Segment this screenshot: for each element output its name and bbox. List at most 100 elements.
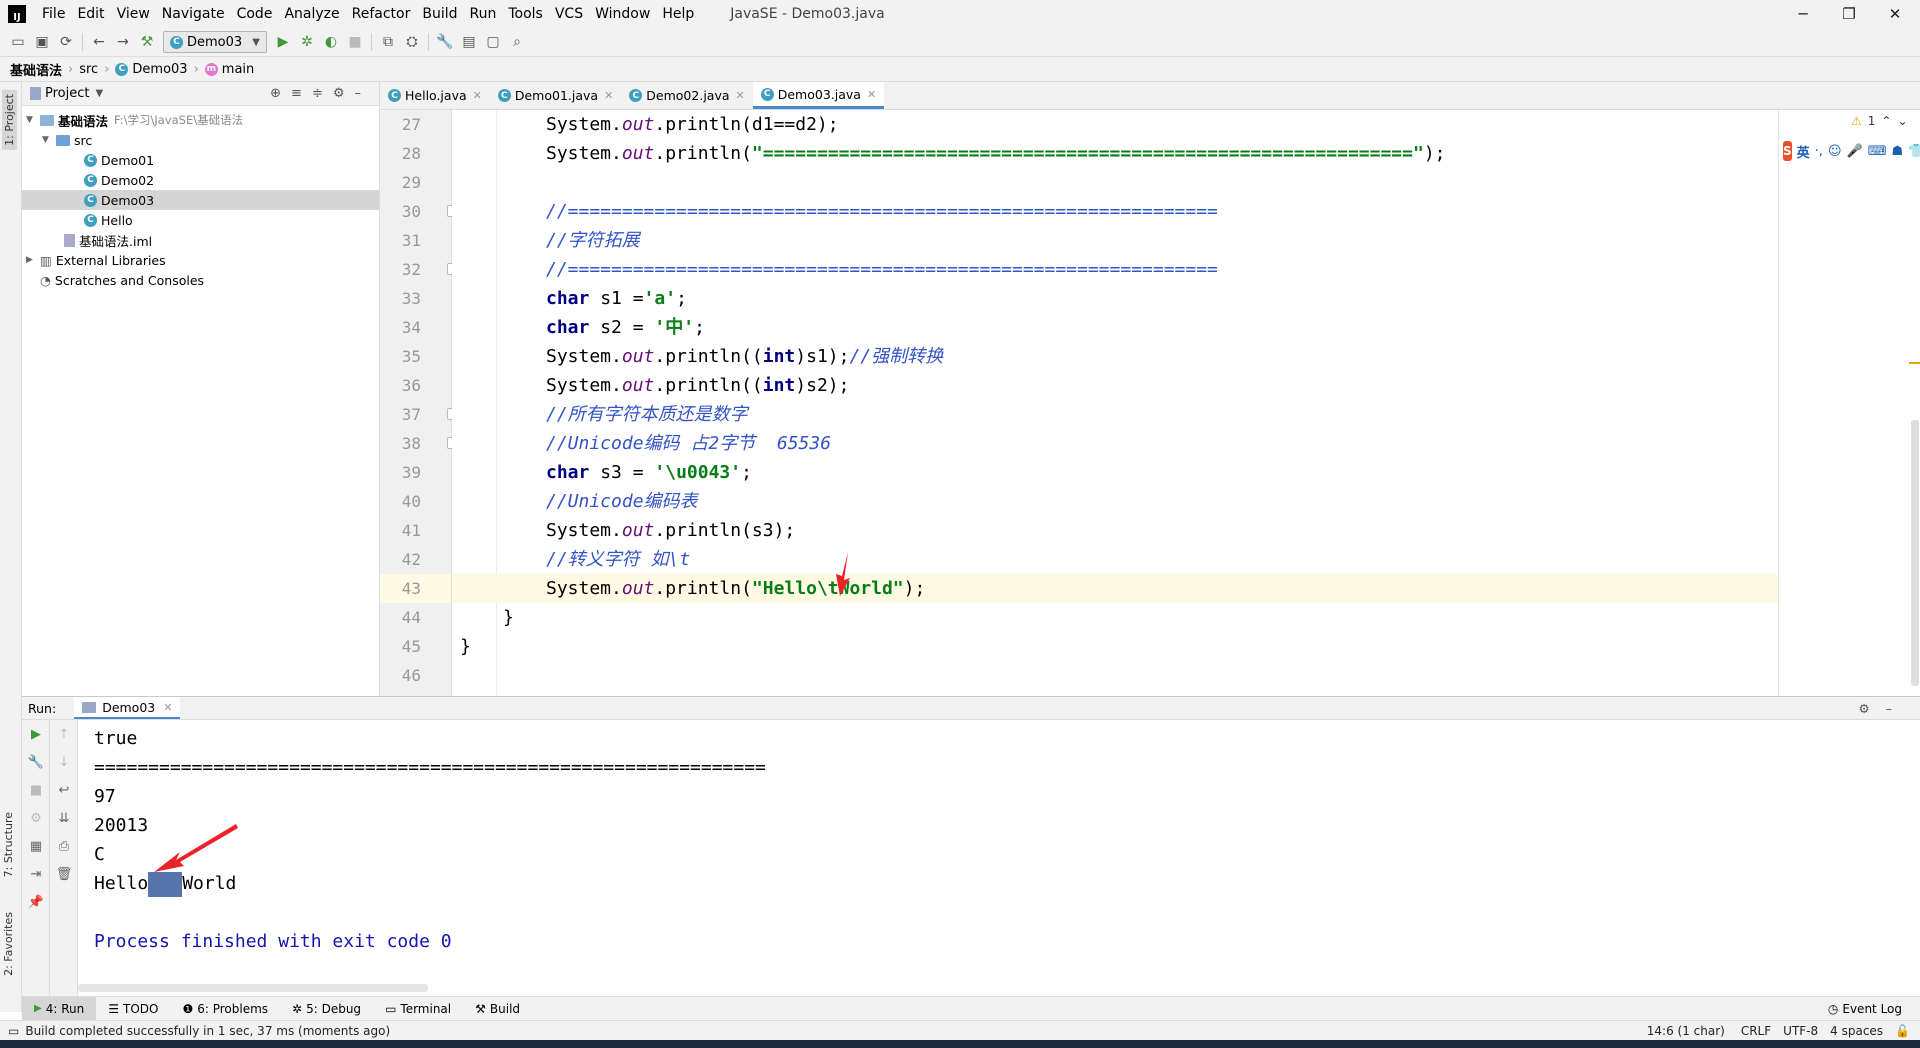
layout-icon[interactable]: ▦ — [22, 832, 50, 860]
menu-file[interactable]: File — [36, 6, 71, 22]
tree-item-demo03[interactable]: C Demo03 — [22, 190, 379, 210]
line-number[interactable]: 30 — [380, 197, 459, 226]
tab-demo03-java[interactable]: C Demo03.java ✕ — [752, 82, 885, 109]
close-tab-icon[interactable]: ✕ — [473, 89, 482, 102]
hide-panel-icon[interactable]: – — [355, 86, 372, 101]
arrow-up-icon[interactable]: ↑ — [50, 720, 78, 748]
vcs-icon[interactable]: ⧉ — [376, 31, 400, 53]
editor-scrollbar-thumb[interactable] — [1911, 420, 1919, 686]
run-configuration-select[interactable]: C Demo03 ▼ — [163, 31, 267, 53]
menu-vcs[interactable]: VCS — [549, 6, 589, 22]
chevron-right-icon[interactable]: ▶ — [26, 255, 40, 265]
locate-icon[interactable]: ⊕ — [270, 86, 291, 101]
line-number[interactable]: 35 — [380, 342, 451, 371]
minimize-button[interactable]: ─ — [1780, 0, 1826, 28]
debug-bug-icon[interactable]: ✲ — [295, 31, 319, 53]
line-number[interactable]: 28 — [380, 139, 451, 168]
menu-code[interactable]: Code — [231, 6, 279, 22]
punctuation-icon[interactable]: ·, — [1815, 144, 1823, 159]
line-number[interactable]: 43 — [380, 574, 451, 603]
exit-icon[interactable]: ⇥ — [22, 860, 50, 888]
close-tab-icon[interactable]: ✕ — [736, 89, 745, 102]
status-message[interactable]: Build completed successfully in 1 sec, 3… — [25, 1024, 390, 1038]
expand-all-icon[interactable]: ≡ — [291, 86, 312, 101]
soft-wrap-icon[interactable]: ↩ — [50, 776, 78, 804]
close-window-button[interactable]: ✕ — [1872, 0, 1918, 28]
tool-tab-todo[interactable]: ☰ TODO — [96, 997, 170, 1021]
close-tab-icon[interactable]: ✕ — [867, 88, 876, 101]
menu-build[interactable]: Build — [416, 6, 463, 22]
sync-icon[interactable]: ⟳ — [54, 31, 78, 53]
hide-panel-icon[interactable]: – — [1886, 701, 1908, 716]
code-editor[interactable]: System.out.println(d1==d2); System.out.p… — [452, 110, 1778, 696]
scroll-to-end-icon[interactable]: ⇊ — [50, 804, 78, 832]
ime-language[interactable]: 英 — [1797, 142, 1810, 161]
menu-run[interactable]: Run — [464, 6, 503, 22]
tool-tab-terminal[interactable]: ▭ Terminal — [373, 997, 463, 1021]
file-encoding[interactable]: UTF-8 — [1783, 1024, 1818, 1038]
side-tab-favorites[interactable]: 2: Favorites — [2, 912, 15, 976]
gear-icon[interactable]: ⚙ — [333, 86, 355, 101]
caret-position[interactable]: 14:6 (1 char) — [1647, 1024, 1725, 1038]
side-tab-structure[interactable]: 7: Structure — [2, 812, 15, 877]
console-output[interactable]: true ===================================… — [78, 720, 1920, 996]
line-number[interactable]: 44 — [380, 603, 451, 632]
line-number[interactable]: 39 — [380, 458, 451, 487]
line-number[interactable]: 41 — [380, 516, 451, 545]
tasks-icon[interactable]: ⛭ — [400, 31, 424, 53]
warning-stripe-marker[interactable] — [1909, 362, 1920, 364]
line-number[interactable]: 42 — [380, 545, 451, 574]
tree-item-hello[interactable]: C Hello — [22, 210, 379, 230]
line-number[interactable]: 34 — [380, 313, 451, 342]
breadcrumb-project[interactable]: 基础语法 — [10, 60, 62, 79]
skin-shirt-icon[interactable]: 👕 — [1908, 144, 1920, 159]
tab-demo01-java[interactable]: C Demo01.java ✕ — [490, 82, 621, 109]
search-icon[interactable]: ⌕ — [505, 31, 529, 53]
close-tab-icon[interactable]: ✕ — [163, 701, 172, 714]
tree-item-project-root[interactable]: ▼ 基础语法 F:\学习\JavaSE\基础语法 — [22, 110, 379, 130]
pin-icon[interactable]: 📌 — [22, 888, 50, 916]
line-number[interactable]: 33 — [380, 284, 451, 313]
line-number[interactable]: 29 — [380, 168, 451, 197]
keyboard-icon[interactable]: ⌨ — [1868, 144, 1887, 159]
arrow-down-icon[interactable]: ↓ — [50, 748, 78, 776]
line-number[interactable]: 36 — [380, 371, 451, 400]
close-tab-icon[interactable]: ✕ — [604, 89, 613, 102]
chevron-down-icon[interactable]: ▼ — [95, 88, 103, 99]
trash-icon[interactable]: 🗑 — [50, 860, 78, 888]
tree-item-external-libraries[interactable]: ▶ ▥ External Libraries — [22, 250, 379, 270]
line-number[interactable]: 45 — [380, 632, 451, 661]
save-icon[interactable]: ▣ — [30, 31, 54, 53]
menu-help[interactable]: Help — [656, 6, 700, 22]
menu-window[interactable]: Window — [589, 6, 656, 22]
tree-item-scratches[interactable]: ◔ Scratches and Consoles — [22, 270, 379, 290]
forward-arrow-icon[interactable]: → — [111, 31, 135, 53]
chevron-down-icon[interactable]: ▼ — [42, 135, 56, 145]
line-number[interactable]: 46 — [380, 661, 451, 690]
collapse-all-icon[interactable]: ≑ — [312, 86, 333, 101]
line-separator[interactable]: CRLF — [1741, 1024, 1771, 1038]
user-icon[interactable]: ☗ — [1891, 144, 1903, 159]
breadcrumb-class[interactable]: C Demo03 — [115, 62, 188, 77]
menu-analyze[interactable]: Analyze — [278, 6, 345, 22]
stop-icon[interactable]: ■ — [343, 31, 367, 53]
menu-navigate[interactable]: Navigate — [156, 6, 231, 22]
line-number[interactable]: 32 — [380, 255, 459, 284]
tree-item-src[interactable]: ▼ src — [22, 130, 379, 150]
rerun-icon[interactable]: ▶ — [22, 720, 50, 748]
tree-item-demo02[interactable]: C Demo02 — [22, 170, 379, 190]
settings-wrench-icon[interactable]: 🔧 — [433, 31, 457, 53]
tab-hello-java[interactable]: C Hello.java ✕ — [380, 82, 490, 109]
run-tab-demo03[interactable]: Demo03 ✕ — [74, 697, 181, 719]
lock-icon[interactable]: 🔓 — [1895, 1024, 1910, 1038]
menu-refactor[interactable]: Refactor — [346, 6, 417, 22]
menu-view[interactable]: View — [111, 6, 156, 22]
inspection-widget[interactable]: ⚠ 1 ⌃ ⌄ — [1851, 114, 1908, 128]
line-number[interactable]: 31 — [380, 226, 451, 255]
tool-tab-debug[interactable]: ✲ 5: Debug — [280, 997, 373, 1021]
tab-demo02-java[interactable]: C Demo02.java ✕ — [621, 82, 752, 109]
build-hammer-icon[interactable]: ⚒ — [135, 31, 159, 53]
breadcrumb-method[interactable]: m main — [204, 62, 254, 77]
tool-tab-build[interactable]: ⚒ Build — [463, 997, 532, 1021]
tool-tab-problems[interactable]: ❶ 6: Problems — [170, 997, 280, 1021]
